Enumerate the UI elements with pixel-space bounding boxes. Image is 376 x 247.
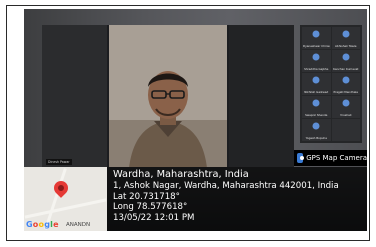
avatar bbox=[312, 53, 320, 61]
participant-name: Abhishek Tawle bbox=[335, 44, 357, 48]
badge-label: GPS Map Camera bbox=[306, 154, 367, 162]
camera-icon bbox=[297, 153, 305, 163]
longitude: Long 78.577618° bbox=[113, 202, 188, 213]
photo-frame: Dinesh Pawar Dyaneshwar Chinwe Abhishek … bbox=[6, 5, 370, 241]
avatar bbox=[312, 99, 320, 107]
participant-name: Shraddha Gajbhe bbox=[304, 67, 329, 71]
participant-grid: Dyaneshwar Chinwe Abhishek Tawle Shraddh… bbox=[300, 25, 362, 143]
participant-name: Kanchan Kumavat bbox=[333, 67, 359, 71]
participant-tile: Kanchan Kumavat bbox=[331, 50, 360, 72]
gps-map-camera-badge: GPS Map Camera bbox=[294, 150, 367, 166]
google-logo: Google bbox=[26, 220, 59, 229]
map-road bbox=[24, 198, 107, 219]
location-address: 1, Ashok Nagar, Wardha, Maharashtra 4420… bbox=[113, 181, 339, 191]
participant-tile: Nikhilsh Gaikwad bbox=[302, 73, 331, 95]
participant-tile: Swapnil Shende bbox=[302, 96, 331, 118]
map-thumbnail: Google ANANDN bbox=[24, 167, 107, 231]
participant-tile: Vrushali bbox=[331, 96, 360, 118]
participant-tile: Pragati Mendhale bbox=[331, 73, 360, 95]
participant-name: Yogesh Bopuhe bbox=[305, 136, 327, 140]
avatar bbox=[342, 53, 350, 61]
participant-name: Vrushali bbox=[340, 113, 352, 117]
presenter-label: Dinesh Pawar bbox=[46, 159, 72, 165]
avatar bbox=[342, 99, 350, 107]
photo: Dinesh Pawar Dyaneshwar Chinwe Abhishek … bbox=[24, 9, 367, 231]
participant-name: Pragati Mendhale bbox=[333, 90, 358, 94]
left-video-panel: Dinesh Pawar bbox=[42, 25, 107, 168]
avatar bbox=[342, 30, 350, 38]
participant-tile: Dyaneshwar Chinwe bbox=[302, 27, 331, 49]
participant-tile: Shraddha Gajbhe bbox=[302, 50, 331, 72]
participant-tile: Yogesh Bopuhe bbox=[302, 119, 331, 141]
participant-tile: Abhishek Tawle bbox=[331, 27, 360, 49]
participant-tile bbox=[331, 119, 360, 141]
avatar bbox=[342, 76, 350, 84]
avatar bbox=[312, 30, 320, 38]
location-info: Wardha, Maharashtra, India 1, Ashok Naga… bbox=[113, 169, 363, 223]
avatar bbox=[312, 76, 320, 84]
latitude: Lat 20.731718° bbox=[113, 191, 180, 202]
map-place-label: ANANDN bbox=[66, 222, 91, 228]
right-video-panel bbox=[229, 25, 294, 168]
location-title: Wardha, Maharashtra, India bbox=[113, 169, 249, 180]
meeting-monitor: Dinesh Pawar bbox=[42, 25, 294, 168]
timestamp: 13/05/22 12:01 PM bbox=[113, 212, 195, 223]
participant-name: Nikhilsh Gaikwad bbox=[304, 90, 329, 94]
main-video bbox=[109, 25, 227, 168]
avatar bbox=[312, 122, 320, 130]
participant-name: Dyaneshwar Chinwe bbox=[303, 44, 330, 48]
participant-name: Swapnil Shende bbox=[305, 113, 328, 117]
presenter-figure bbox=[109, 25, 227, 168]
